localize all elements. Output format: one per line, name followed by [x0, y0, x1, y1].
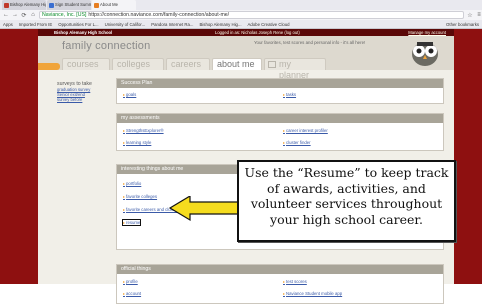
- tab-courses[interactable]: courses: [62, 58, 110, 70]
- panel-title: Success Plan: [117, 79, 443, 88]
- tab-label: About Me: [100, 2, 118, 7]
- favorite-colleges-link[interactable]: ▸ favorite colleges: [123, 194, 157, 199]
- browser-tab-1[interactable]: Bishop Alemany High S...: [2, 0, 46, 10]
- bullet-arrow-icon: ▸: [123, 194, 126, 199]
- learning-style-link[interactable]: ▸ learning style: [123, 140, 151, 145]
- tab-my-planner-label: my planner: [279, 59, 310, 80]
- address-row: ← → ⟳ ⌂ Naviance, Inc. [US] https://conn…: [0, 10, 482, 20]
- success-plan-panel: Success Plan ▸ goals ▸ tasks: [116, 78, 444, 104]
- tab-label: Sign Student Summary...: [55, 2, 91, 7]
- strengths-explorer-link[interactable]: ▸ StrengthsExplorer®: [123, 128, 164, 133]
- home-icon[interactable]: ⌂: [30, 12, 36, 18]
- tab-about-me[interactable]: about me: [212, 58, 262, 70]
- school-name: Bishop Alemany High School: [54, 30, 113, 35]
- browser-tab-2[interactable]: Sign Student Summary...: [47, 0, 91, 10]
- profile-link[interactable]: ▸ profile: [123, 279, 138, 284]
- bullet-arrow-icon: ▸: [123, 207, 126, 212]
- tab-careers[interactable]: careers: [166, 58, 210, 70]
- bullet-arrow-icon: ▸: [123, 92, 126, 97]
- secure-label: Naviance, Inc. [US]: [42, 12, 87, 18]
- bookmark-opportunities[interactable]: Opportunities For L...: [58, 22, 98, 27]
- bookmarks-bar: Apps Imported From IE Opportunities For …: [0, 20, 482, 29]
- header-tagline: Your favorites, test scores and personal…: [254, 40, 366, 45]
- bullet-arrow-icon: ▸: [123, 279, 126, 284]
- manage-account-link[interactable]: Manage my account: [408, 29, 446, 36]
- portfolio-link[interactable]: ▸ portfolio: [123, 181, 141, 186]
- reload-icon[interactable]: ⟳: [21, 12, 27, 19]
- bookmark-other[interactable]: Other bookmarks: [446, 22, 479, 27]
- panel-title: official things: [117, 265, 443, 274]
- callout-text: Use the “Resume” to keep track of awards…: [244, 165, 449, 227]
- bookmark-university[interactable]: University of Califor...: [105, 22, 146, 27]
- browser-tabs: Bishop Alemany High S... Sign Student Su…: [0, 0, 482, 10]
- bookmark-bishop[interactable]: Bishop Alemany Hig...: [199, 22, 241, 27]
- url-bar[interactable]: Naviance, Inc. [US] https://connection.n…: [39, 11, 464, 19]
- tasks-link[interactable]: ▸ tasks: [283, 92, 296, 97]
- menu-icon[interactable]: ≡: [476, 12, 482, 18]
- resume-link[interactable]: ▸ resume: [121, 219, 142, 226]
- back-icon[interactable]: ←: [3, 12, 9, 18]
- bookmark-pandora[interactable]: Pandora Internet Ra...: [151, 22, 193, 27]
- url-text: https://connection.naviance.com/family-c…: [88, 12, 230, 18]
- tab-favicon: [4, 2, 9, 8]
- planner-icon: [268, 61, 276, 68]
- goals-link[interactable]: ▸ goals: [123, 92, 136, 97]
- tab-label: Bishop Alemany High S...: [10, 2, 46, 7]
- bookmark-apps[interactable]: Apps: [3, 22, 13, 27]
- bullet-arrow-icon: ▸: [283, 291, 286, 296]
- naviance-mobile-app-link[interactable]: ▸ Naviance Student mobile app: [283, 291, 342, 296]
- browser-chrome: Bishop Alemany High S... Sign Student Su…: [0, 0, 482, 29]
- career-interest-profiler-link[interactable]: ▸ career interest profiler: [283, 128, 328, 133]
- bookmark-imported[interactable]: Imported From IE: [19, 22, 52, 27]
- assessments-panel: my assessments ▸ StrengthsExplorer® ▸ care…: [116, 113, 444, 151]
- browser-tab-3[interactable]: About Me: [92, 0, 136, 10]
- sidebar: surveys to take graduation survey Senior…: [57, 81, 117, 102]
- bullet-arrow-icon: ▸: [123, 140, 126, 145]
- bullet-arrow-icon: ▸: [283, 92, 286, 97]
- tab-my-planner[interactable]: my planner: [264, 58, 326, 80]
- bullet-arrow-icon: ▸: [123, 181, 126, 186]
- bullet-arrow-icon: ▸: [283, 279, 286, 284]
- bullet-arrow-icon: ▸: [283, 140, 286, 145]
- test-scores-link[interactable]: ▸ test scores: [283, 279, 307, 284]
- bullet-arrow-icon: ▸: [123, 220, 126, 225]
- forward-icon[interactable]: →: [12, 12, 18, 18]
- official-things-panel: official things ▸ profile ▸ test scores ▸ a…: [116, 264, 444, 304]
- logged-in-text: Logged in as: Nicholas Joseph Rene (log …: [215, 30, 300, 35]
- bullet-arrow-icon: ▸: [123, 291, 126, 296]
- callout-arrow-icon: [168, 196, 239, 222]
- tab-favicon: [94, 2, 99, 8]
- sidebar-link-survey[interactable]: survey before: [57, 97, 117, 102]
- tab-favicon: [49, 2, 54, 8]
- school-banner: Bishop Alemany High School Logged in as:…: [38, 29, 454, 36]
- panel-title: my assessments: [117, 114, 443, 123]
- brand-title: family connection: [62, 40, 151, 52]
- bullet-arrow-icon: ▸: [123, 128, 126, 133]
- account-link[interactable]: ▸ account: [123, 291, 141, 296]
- bullet-arrow-icon: ▸: [283, 128, 286, 133]
- main-nav-tabs: courses colleges careers about me my pla…: [38, 58, 454, 80]
- star-icon[interactable]: ☆: [467, 12, 473, 19]
- site-header: family connection Your favorites, test s…: [38, 36, 454, 80]
- tab-colleges[interactable]: colleges: [112, 58, 164, 70]
- cluster-finder-link[interactable]: ▸ cluster finder: [283, 140, 311, 145]
- bookmark-adobe[interactable]: Adobe Creative Cloud: [248, 22, 290, 27]
- resume-callout: Use the “Resume” to keep track of awards…: [237, 160, 456, 242]
